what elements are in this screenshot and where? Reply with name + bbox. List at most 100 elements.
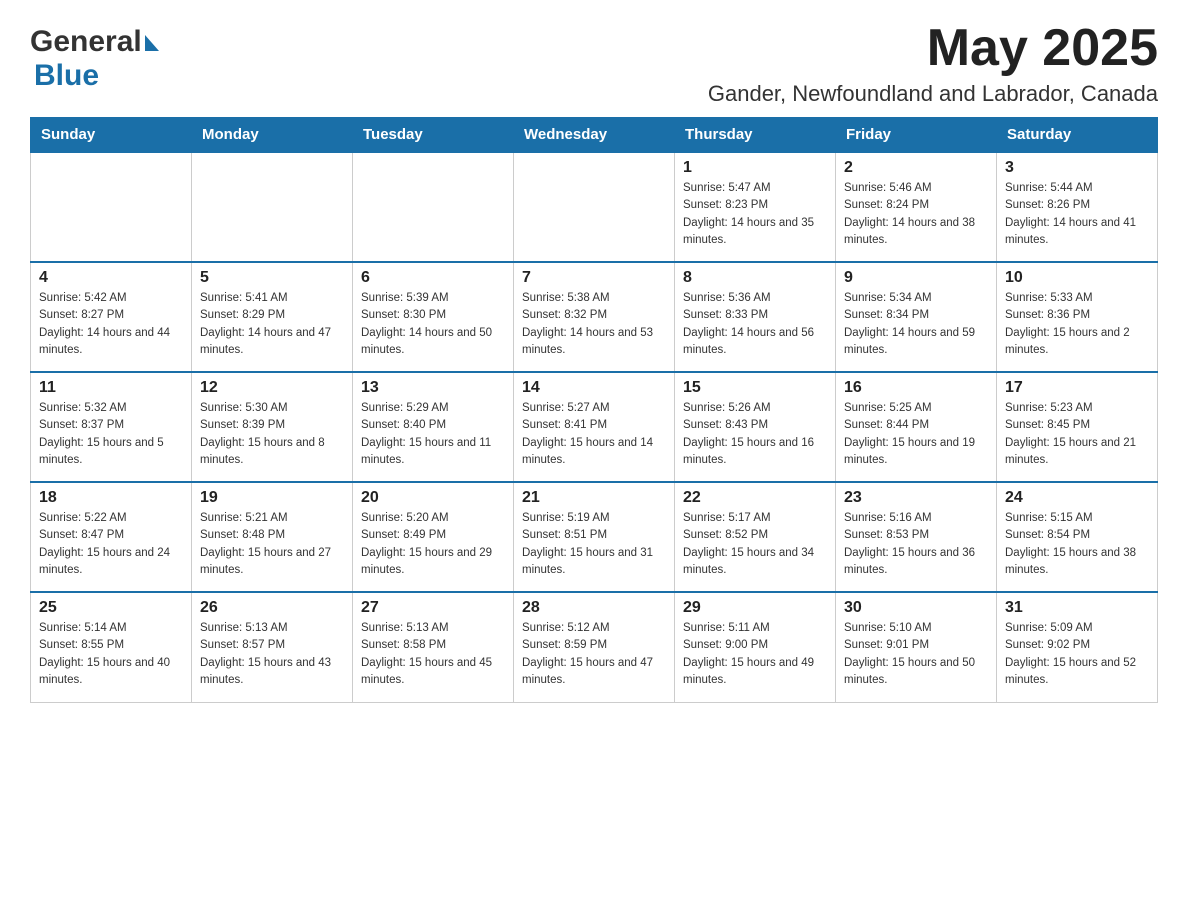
- day-number: 30: [844, 599, 988, 617]
- day-info: Sunrise: 5:19 AMSunset: 8:51 PMDaylight:…: [522, 510, 666, 579]
- calendar-day-cell: 4 Sunrise: 5:42 AMSunset: 8:27 PMDaylight…: [31, 262, 192, 372]
- day-number: 31: [1005, 599, 1149, 617]
- calendar-week-row: 1Sunrise: 5:47 AMSunset: 8:23 PMDaylight…: [31, 152, 1158, 262]
- calendar-day-cell: 2Sunrise: 5:46 AMSunset: 8:24 PMDaylight…: [836, 152, 997, 262]
- calendar-day-cell: 16 Sunrise: 5:25 AMSunset: 8:44 PMDayligh…: [836, 372, 997, 482]
- day-number: 5: [200, 269, 344, 287]
- day-number: 3: [1005, 159, 1149, 177]
- calendar-week-row: 25 Sunrise: 5:14 AMSunset: 8:55 PMDayligh…: [31, 592, 1158, 702]
- day-number: 27: [361, 599, 505, 617]
- calendar-day-cell: [31, 152, 192, 262]
- calendar-day-cell: 19 Sunrise: 5:21 AMSunset: 8:48 PMDayligh…: [192, 482, 353, 592]
- day-number: 11: [39, 379, 183, 397]
- calendar-day-cell: 24 Sunrise: 5:15 AMSunset: 8:54 PMDayligh…: [997, 482, 1158, 592]
- day-number: 29: [683, 599, 827, 617]
- day-info: Sunrise: 5:34 AMSunset: 8:34 PMDaylight:…: [844, 290, 988, 359]
- calendar-day-cell: [514, 152, 675, 262]
- day-number: 19: [200, 489, 344, 507]
- day-number: 28: [522, 599, 666, 617]
- logo-arrow-icon: [145, 35, 159, 51]
- calendar-day-cell: 6Sunrise: 5:39 AMSunset: 8:30 PMDaylight…: [353, 262, 514, 372]
- day-info: Sunrise: 5:23 AMSunset: 8:45 PMDaylight:…: [1005, 400, 1149, 469]
- day-number: 14: [522, 379, 666, 397]
- calendar-day-cell: 13Sunrise: 5:29 AMSunset: 8:40 PMDayligh…: [353, 372, 514, 482]
- calendar-day-cell: 29 Sunrise: 5:11 AMSunset: 9:00 PMDayligh…: [675, 592, 836, 702]
- calendar-day-cell: 28Sunrise: 5:12 AMSunset: 8:59 PMDayligh…: [514, 592, 675, 702]
- day-info: Sunrise: 5:16 AMSunset: 8:53 PMDaylight:…: [844, 510, 988, 579]
- day-number: 22: [683, 489, 827, 507]
- day-number: 18: [39, 489, 183, 507]
- calendar-day-cell: 21 Sunrise: 5:19 AMSunset: 8:51 PMDayligh…: [514, 482, 675, 592]
- title-section: May 2025 Gander, Newfoundland and Labrad…: [708, 20, 1158, 107]
- day-info: Sunrise: 5:14 AMSunset: 8:55 PMDaylight:…: [39, 620, 183, 689]
- page-header: General Blue May 2025 Gander, Newfoundla…: [30, 20, 1158, 107]
- day-of-week-header: Tuesday: [353, 118, 514, 153]
- day-info: Sunrise: 5:27 AMSunset: 8:41 PMDaylight:…: [522, 400, 666, 469]
- calendar-table: SundayMondayTuesdayWednesdayThursdayFrid…: [30, 117, 1158, 703]
- calendar-header-row: SundayMondayTuesdayWednesdayThursdayFrid…: [31, 118, 1158, 153]
- calendar-day-cell: [192, 152, 353, 262]
- day-number: 17: [1005, 379, 1149, 397]
- calendar-day-cell: 31 Sunrise: 5:09 AMSunset: 9:02 PMDayligh…: [997, 592, 1158, 702]
- logo-blue: Blue: [34, 59, 99, 92]
- calendar-day-cell: 8 Sunrise: 5:36 AMSunset: 8:33 PMDaylight…: [675, 262, 836, 372]
- day-info: Sunrise: 5:32 AMSunset: 8:37 PMDaylight:…: [39, 400, 183, 469]
- day-info: Sunrise: 5:13 AMSunset: 8:58 PMDaylight:…: [361, 620, 505, 689]
- day-number: 10: [1005, 269, 1149, 287]
- day-info: Sunrise: 5:15 AMSunset: 8:54 PMDaylight:…: [1005, 510, 1149, 579]
- day-info: Sunrise: 5:21 AMSunset: 8:48 PMDaylight:…: [200, 510, 344, 579]
- day-info: Sunrise: 5:22 AMSunset: 8:47 PMDaylight:…: [39, 510, 183, 579]
- day-info: Sunrise: 5:26 AMSunset: 8:43 PMDaylight:…: [683, 400, 827, 469]
- day-number: 2: [844, 159, 988, 177]
- day-of-week-header: Thursday: [675, 118, 836, 153]
- day-number: 6: [361, 269, 505, 287]
- day-info: Sunrise: 5:44 AMSunset: 8:26 PMDaylight:…: [1005, 180, 1149, 249]
- day-number: 12: [200, 379, 344, 397]
- calendar-day-cell: 5Sunrise: 5:41 AMSunset: 8:29 PMDaylight…: [192, 262, 353, 372]
- day-number: 13: [361, 379, 505, 397]
- calendar-day-cell: 22 Sunrise: 5:17 AMSunset: 8:52 PMDayligh…: [675, 482, 836, 592]
- calendar-day-cell: 25 Sunrise: 5:14 AMSunset: 8:55 PMDayligh…: [31, 592, 192, 702]
- day-of-week-header: Friday: [836, 118, 997, 153]
- day-number: 16: [844, 379, 988, 397]
- day-info: Sunrise: 5:30 AMSunset: 8:39 PMDaylight:…: [200, 400, 344, 469]
- day-number: 23: [844, 489, 988, 507]
- day-number: 15: [683, 379, 827, 397]
- calendar-day-cell: 20Sunrise: 5:20 AMSunset: 8:49 PMDayligh…: [353, 482, 514, 592]
- calendar-day-cell: 30 Sunrise: 5:10 AMSunset: 9:01 PMDayligh…: [836, 592, 997, 702]
- calendar-day-cell: 1Sunrise: 5:47 AMSunset: 8:23 PMDaylight…: [675, 152, 836, 262]
- day-info: Sunrise: 5:11 AMSunset: 9:00 PMDaylight:…: [683, 620, 827, 689]
- day-info: Sunrise: 5:25 AMSunset: 8:44 PMDaylight:…: [844, 400, 988, 469]
- day-info: Sunrise: 5:17 AMSunset: 8:52 PMDaylight:…: [683, 510, 827, 579]
- day-info: Sunrise: 5:42 AMSunset: 8:27 PMDaylight:…: [39, 290, 183, 359]
- day-info: Sunrise: 5:33 AMSunset: 8:36 PMDaylight:…: [1005, 290, 1149, 359]
- day-info: Sunrise: 5:47 AMSunset: 8:23 PMDaylight:…: [683, 180, 827, 249]
- location-title: Gander, Newfoundland and Labrador, Canad…: [708, 81, 1158, 107]
- calendar-week-row: 4 Sunrise: 5:42 AMSunset: 8:27 PMDaylight…: [31, 262, 1158, 372]
- calendar-day-cell: [353, 152, 514, 262]
- calendar-day-cell: 11 Sunrise: 5:32 AMSunset: 8:37 PMDayligh…: [31, 372, 192, 482]
- day-info: Sunrise: 5:13 AMSunset: 8:57 PMDaylight:…: [200, 620, 344, 689]
- calendar-day-cell: 14 Sunrise: 5:27 AMSunset: 8:41 PMDayligh…: [514, 372, 675, 482]
- calendar-day-cell: 23 Sunrise: 5:16 AMSunset: 8:53 PMDayligh…: [836, 482, 997, 592]
- calendar-day-cell: 26 Sunrise: 5:13 AMSunset: 8:57 PMDayligh…: [192, 592, 353, 702]
- day-info: Sunrise: 5:36 AMSunset: 8:33 PMDaylight:…: [683, 290, 827, 359]
- day-of-week-header: Monday: [192, 118, 353, 153]
- day-info: Sunrise: 5:09 AMSunset: 9:02 PMDaylight:…: [1005, 620, 1149, 689]
- calendar-day-cell: 9Sunrise: 5:34 AMSunset: 8:34 PMDaylight…: [836, 262, 997, 372]
- day-number: 25: [39, 599, 183, 617]
- day-number: 7: [522, 269, 666, 287]
- day-number: 24: [1005, 489, 1149, 507]
- day-number: 26: [200, 599, 344, 617]
- day-number: 4: [39, 269, 183, 287]
- day-of-week-header: Wednesday: [514, 118, 675, 153]
- day-info: Sunrise: 5:20 AMSunset: 8:49 PMDaylight:…: [361, 510, 505, 579]
- calendar-day-cell: 12 Sunrise: 5:30 AMSunset: 8:39 PMDayligh…: [192, 372, 353, 482]
- day-info: Sunrise: 5:10 AMSunset: 9:01 PMDaylight:…: [844, 620, 988, 689]
- day-of-week-header: Saturday: [997, 118, 1158, 153]
- calendar-week-row: 11 Sunrise: 5:32 AMSunset: 8:37 PMDayligh…: [31, 372, 1158, 482]
- day-info: Sunrise: 5:38 AMSunset: 8:32 PMDaylight:…: [522, 290, 666, 359]
- day-number: 8: [683, 269, 827, 287]
- day-number: 21: [522, 489, 666, 507]
- calendar-week-row: 18 Sunrise: 5:22 AMSunset: 8:47 PMDayligh…: [31, 482, 1158, 592]
